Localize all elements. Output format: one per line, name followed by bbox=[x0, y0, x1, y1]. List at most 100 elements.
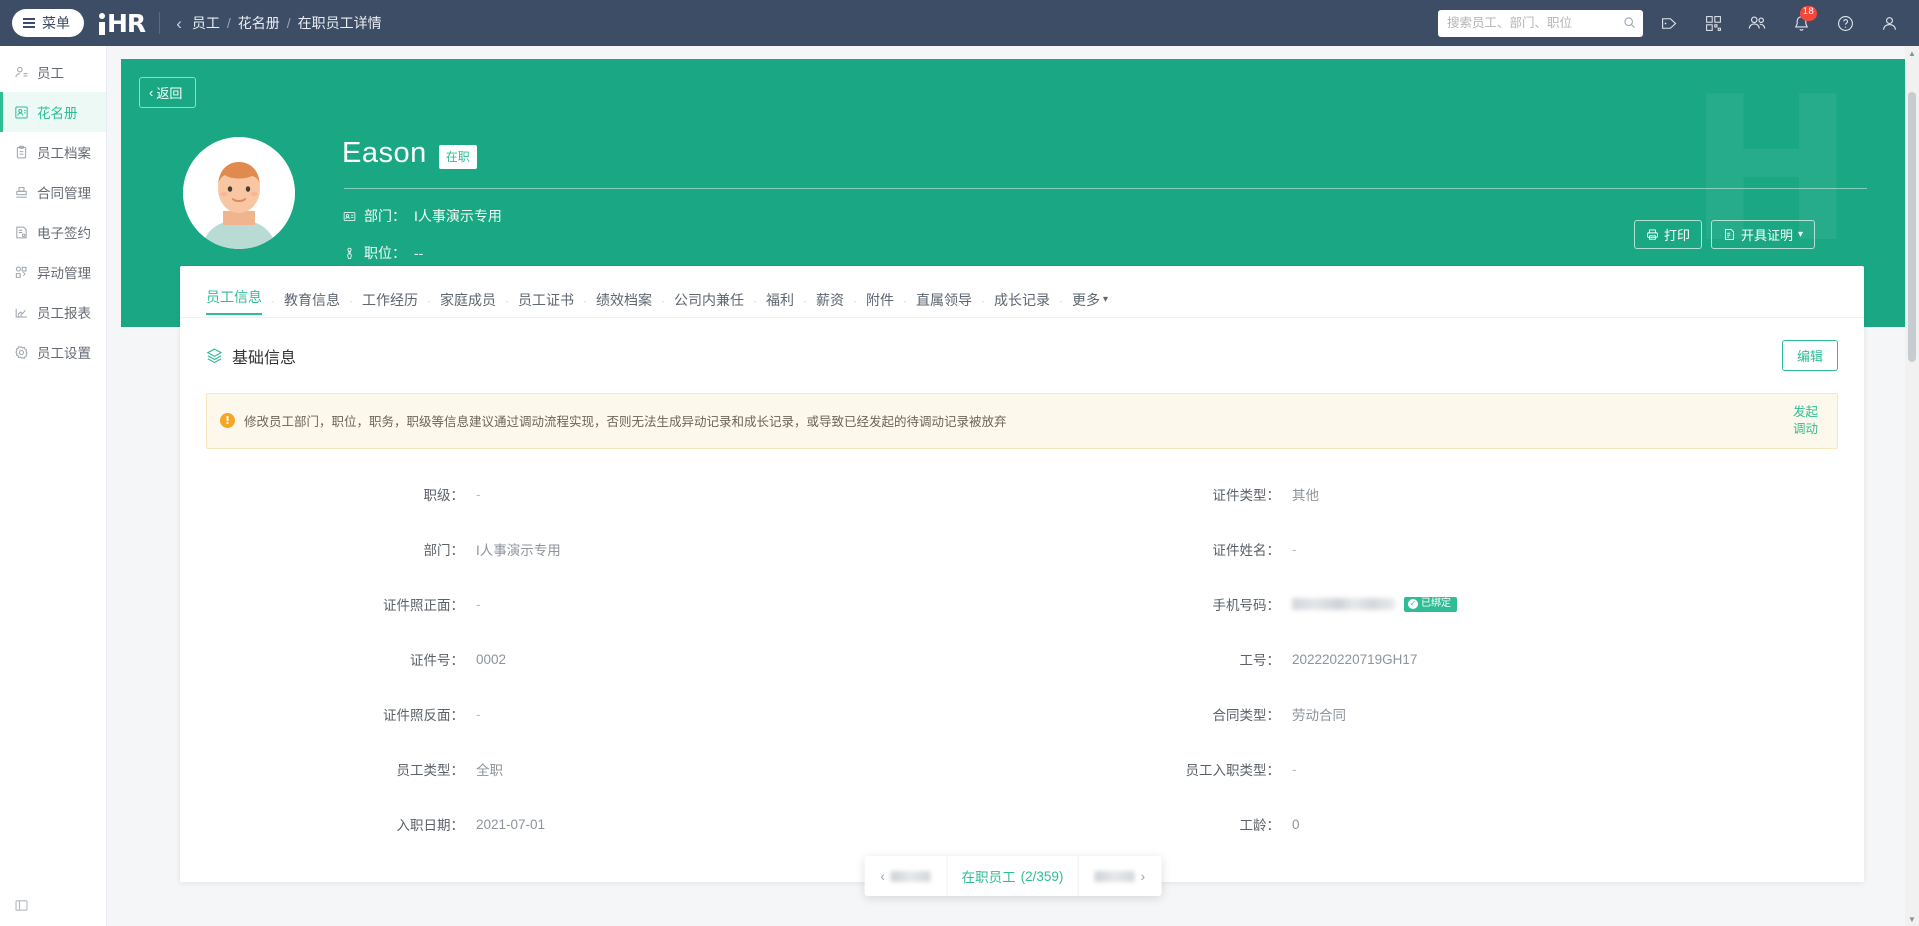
tab-attachments[interactable]: 附件 bbox=[866, 290, 894, 312]
employee-info-card: 员工信息 · 教育信息 · 工作经历 · 家庭成员 · 员工证书 · 绩效档案 … bbox=[180, 266, 1864, 882]
hero-meta-value: I人事演示专用 bbox=[414, 206, 502, 226]
scrollbar-thumb[interactable] bbox=[1908, 92, 1916, 362]
pager-count: (2/359) bbox=[1021, 869, 1064, 884]
tab-more-dropdown[interactable]: 更多 ▾ bbox=[1072, 290, 1108, 312]
scroll-up-arrow[interactable]: ▲ bbox=[1905, 46, 1919, 60]
sidebar-item-label: 花名册 bbox=[37, 102, 78, 122]
vertical-scrollbar[interactable]: ▲ ▼ bbox=[1905, 46, 1919, 926]
breadcrumb: 员工 / 花名册 / 在职员工详情 bbox=[192, 13, 382, 33]
hero-meta-label: 职位： bbox=[364, 243, 406, 263]
tab-concurrent-posts[interactable]: 公司内兼任 bbox=[674, 290, 744, 312]
field-label: 职级： bbox=[206, 484, 476, 504]
sidebar-item-label: 员工设置 bbox=[37, 342, 91, 362]
transfer-warning-alert: ! 修改员工部门，职位，职务，职级等信息建议通过调动流程实现，否则无法生成异动记… bbox=[206, 393, 1838, 449]
tab-direct-leader[interactable]: 直属领导 bbox=[916, 290, 972, 312]
esign-icon bbox=[13, 224, 29, 240]
sidebar-item-employee[interactable]: 员工 bbox=[0, 52, 106, 92]
field-label: 证件类型： bbox=[1022, 484, 1292, 504]
edit-button[interactable]: 编辑 bbox=[1782, 340, 1838, 371]
tab-growth-record[interactable]: 成长记录 bbox=[994, 290, 1050, 312]
menu-button[interactable]: 菜单 bbox=[12, 9, 84, 37]
tab-work-experience[interactable]: 工作经历 bbox=[362, 290, 418, 312]
field-row-id-number: 证件号： 0002 bbox=[206, 632, 1022, 687]
tab-performance[interactable]: 绩效档案 bbox=[596, 290, 652, 312]
field-row-id-photo-front: 证件照正面： - bbox=[206, 577, 1022, 632]
tab-certificates[interactable]: 员工证书 bbox=[518, 290, 574, 312]
bell-icon[interactable]: 18 bbox=[1781, 0, 1821, 46]
field-row-job-level: 职级： - bbox=[206, 467, 1022, 522]
alert-text: 修改员工部门，职位，职务，职级等信息建议通过调动流程实现，否则无法生成异动记录和… bbox=[244, 411, 1781, 430]
notification-badge: 18 bbox=[1800, 6, 1817, 21]
pager-prev-name-masked bbox=[891, 871, 931, 882]
initiate-transfer-link[interactable]: 发起调动 bbox=[1793, 404, 1825, 438]
pager-current-group[interactable]: 在职员工 (2/359) bbox=[948, 856, 1079, 896]
avatar[interactable] bbox=[183, 137, 295, 249]
breadcrumb-item-employee[interactable]: 员工 bbox=[192, 13, 220, 33]
sidebar-item-esign[interactable]: 电子签约 bbox=[0, 212, 106, 252]
sidebar-item-contract[interactable]: 合同管理 bbox=[0, 172, 106, 212]
sidebar-item-settings[interactable]: 员工设置 bbox=[0, 332, 106, 372]
sidebar-item-transfer[interactable]: 异动管理 bbox=[0, 252, 106, 292]
basic-info-form: 职级： - 证件类型： 其他 部门： I人事演示专用 证件姓名： bbox=[180, 449, 1864, 882]
tab-salary[interactable]: 薪资 bbox=[816, 290, 844, 312]
pager-prev-button[interactable]: ‹ bbox=[865, 856, 948, 896]
print-button[interactable]: 打印 bbox=[1634, 220, 1702, 249]
collapse-icon bbox=[14, 898, 29, 913]
tab-more-label: 更多 bbox=[1072, 290, 1100, 310]
chevron-left-icon: ‹ bbox=[880, 869, 885, 884]
breadcrumb-item-roster[interactable]: 花名册 bbox=[238, 13, 280, 33]
certificate-icon bbox=[1723, 228, 1736, 241]
field-label: 工号： bbox=[1022, 649, 1292, 669]
sidebar-item-label: 员工报表 bbox=[37, 302, 91, 322]
field-label: 证件号： bbox=[206, 649, 476, 669]
print-button-label: 打印 bbox=[1664, 225, 1690, 244]
sidebar-item-report[interactable]: 员工报表 bbox=[0, 292, 106, 332]
field-row-department: 部门： I人事演示专用 bbox=[206, 522, 1022, 577]
layers-icon bbox=[206, 347, 223, 364]
field-value: - bbox=[1292, 542, 1297, 557]
tab-education-info[interactable]: 教育信息 bbox=[284, 290, 340, 312]
issue-certificate-button[interactable]: 开具证明 ▾ bbox=[1711, 220, 1815, 249]
hero-meta-value: -- bbox=[414, 245, 423, 261]
sidebar-item-employee-file[interactable]: 员工档案 bbox=[0, 132, 106, 172]
user-icon[interactable] bbox=[1869, 0, 1909, 46]
scroll-down-arrow[interactable]: ▼ bbox=[1905, 912, 1919, 926]
field-row-id-type: 证件类型： 其他 bbox=[1022, 467, 1838, 522]
help-icon[interactable] bbox=[1825, 0, 1865, 46]
sidebar-item-label: 异动管理 bbox=[37, 262, 91, 282]
tab-family-members[interactable]: 家庭成员 bbox=[440, 290, 496, 312]
field-row-id-name: 证件姓名： - bbox=[1022, 522, 1838, 577]
field-label: 部门： bbox=[206, 539, 476, 559]
global-search[interactable] bbox=[1438, 10, 1643, 37]
tab-separator: · bbox=[1059, 294, 1063, 308]
printer-icon bbox=[1646, 228, 1659, 241]
field-row-contract-type: 合同类型： 劳动合同 bbox=[1022, 687, 1838, 742]
field-label: 证件照反面： bbox=[206, 704, 476, 724]
tab-separator: · bbox=[349, 294, 353, 308]
tab-benefits[interactable]: 福利 bbox=[766, 290, 794, 312]
qrcode-icon[interactable] bbox=[1693, 0, 1733, 46]
field-label: 员工入职类型： bbox=[1022, 759, 1292, 779]
sidebar-item-roster[interactable]: 花名册 bbox=[0, 92, 106, 132]
tab-employee-info[interactable]: 员工信息 bbox=[206, 287, 262, 315]
transfer-icon bbox=[13, 264, 29, 280]
roster-icon bbox=[13, 104, 29, 120]
tab-separator: · bbox=[583, 294, 587, 308]
check-icon: ✓ bbox=[1408, 599, 1418, 609]
tab-separator: · bbox=[505, 294, 509, 308]
field-value: - bbox=[476, 707, 481, 722]
field-label: 员工类型： bbox=[206, 759, 476, 779]
search-input[interactable] bbox=[1447, 10, 1619, 37]
chevron-down-icon: ▾ bbox=[1798, 229, 1803, 240]
search-icon bbox=[1623, 16, 1636, 29]
hero-meta-label: 部门： bbox=[364, 206, 406, 226]
employee-name: Eason bbox=[342, 137, 427, 170]
pager-next-button[interactable]: › bbox=[1078, 856, 1161, 896]
tag-icon[interactable] bbox=[1649, 0, 1689, 46]
field-row-employee-type: 员工类型： 全职 bbox=[206, 742, 1022, 797]
sidebar-collapse-button[interactable] bbox=[0, 884, 106, 926]
back-chevron-icon[interactable]: ‹ bbox=[176, 15, 192, 32]
contacts-icon[interactable] bbox=[1737, 0, 1777, 46]
breadcrumb-item-current: 在职员工详情 bbox=[298, 13, 382, 33]
back-button[interactable]: ‹ 返回 bbox=[139, 77, 196, 108]
